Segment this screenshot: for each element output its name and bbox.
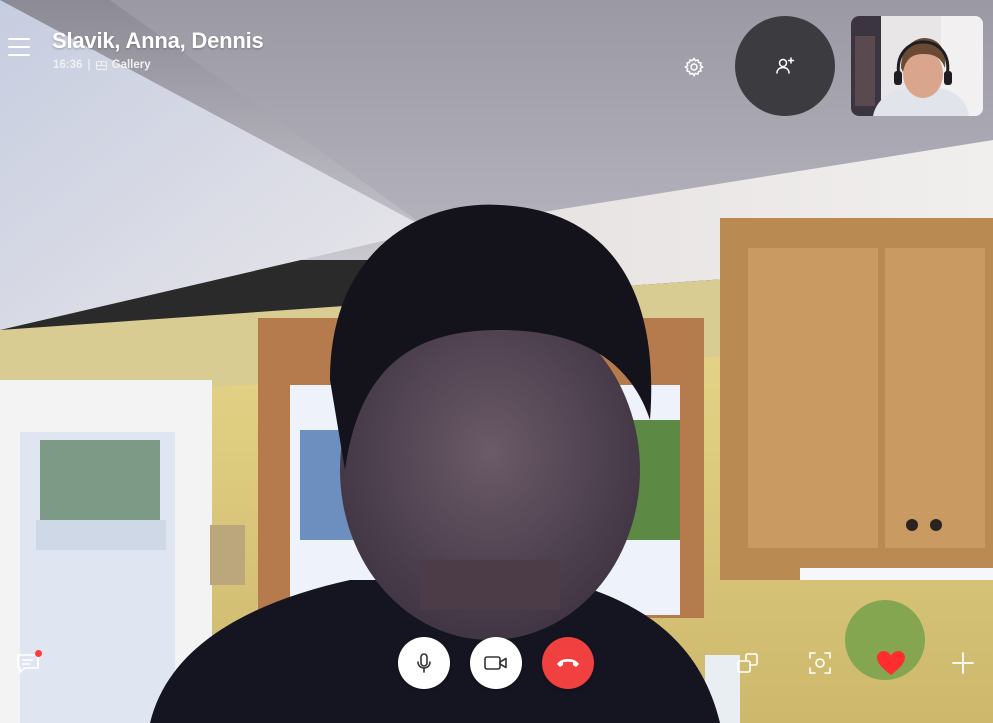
add-person-icon — [776, 57, 795, 74]
hang-up-button[interactable] — [542, 637, 594, 689]
call-meta: 16:36 | Gallery — [53, 59, 151, 71]
add-people-button[interactable] — [735, 16, 835, 116]
hamburger-menu-icon — [8, 38, 30, 40]
unread-notification-dot — [35, 650, 42, 657]
snapshot-button[interactable] — [805, 648, 835, 678]
meta-separator: | — [87, 59, 91, 71]
reactions-button[interactable] — [876, 648, 906, 678]
more-options-button[interactable] — [948, 648, 978, 678]
self-view-video[interactable] — [851, 16, 983, 116]
mute-button[interactable] — [398, 637, 450, 689]
switch-view-button[interactable] — [733, 648, 763, 678]
plus-icon — [952, 652, 974, 674]
gear-icon — [684, 57, 704, 77]
video-toggle-button[interactable] — [470, 637, 522, 689]
video-camera-icon — [484, 656, 507, 670]
remote-video-feed — [0, 0, 993, 723]
switch-view-icon — [737, 653, 758, 673]
call-window: Slavik, Anna, Dennis 16:36 | Gallery — [0, 0, 993, 723]
settings-button[interactable] — [682, 55, 706, 79]
call-title: Slavik, Anna, Dennis — [52, 28, 264, 53]
heart-icon — [877, 651, 905, 675]
snapshot-icon — [809, 652, 831, 674]
view-mode-label[interactable]: Gallery — [112, 59, 151, 71]
self-view-feed — [851, 16, 983, 116]
chat-button[interactable] — [16, 650, 44, 676]
microphone-icon — [417, 653, 431, 673]
call-duration: 16:36 — [53, 59, 83, 71]
menu-button[interactable] — [8, 36, 34, 58]
hang-up-icon — [557, 659, 579, 667]
gallery-icon — [95, 60, 107, 70]
